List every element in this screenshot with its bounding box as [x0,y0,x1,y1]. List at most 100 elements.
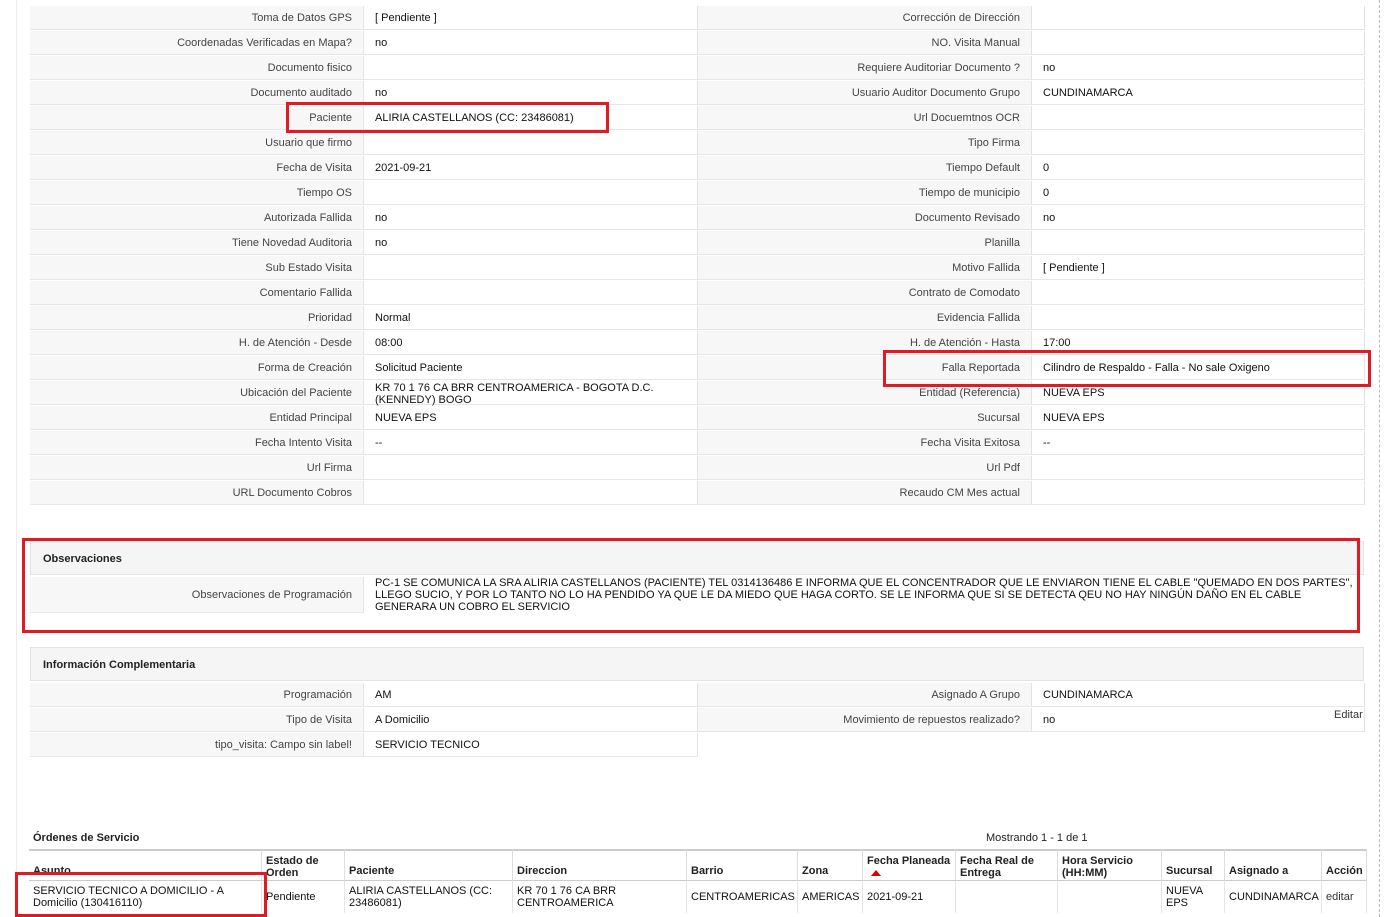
field-value: NUEVA EPS [1032,381,1365,405]
field-value: [ Pendiente ] [364,6,698,30]
field-value: 0 [1032,181,1365,205]
field-value [1032,6,1365,30]
field-label: Documento auditado [30,81,364,105]
detail-row: Sub Estado Visita Motivo Fallida[ Pendien… [30,256,1365,281]
field-value: Normal [364,306,698,330]
field-label: Prioridad [30,306,364,330]
order-paciente: ALIRIA CASTELLANOS (CC: 23486081) [345,881,513,913]
orders-title: Órdenes de Servicio [33,832,140,844]
field-label: Falla Reportada [698,356,1032,380]
field-label: NO. Visita Manual [698,31,1032,55]
col-asunto[interactable]: Asunto [29,849,262,881]
col-zona[interactable]: Zona [798,849,863,881]
field-label: Fecha Visita Exitosa [698,431,1032,455]
field-value: no [364,231,698,255]
order-direccion: KR 70 1 76 CA BRR CENTROAMERICA [513,881,687,913]
field-value: CUNDINAMARCA [1032,683,1365,707]
field-value: 08:00 [364,331,698,355]
col-accion[interactable]: Acción [1322,849,1367,881]
order-hora [1058,881,1162,913]
order-fecha-planeada: 2021-09-21 [863,881,956,913]
field-label: Recaudo CM Mes actual [698,481,1032,505]
field-value: 2021-09-21 [364,156,698,180]
col-estado[interactable]: Estado de Orden [262,849,345,881]
field-value: AM [364,683,698,707]
detail-row: Coordenadas Verificadas en Mapa? no NO. V… [30,31,1365,56]
field-label: Movimiento de repuestos realizado? [698,708,1032,732]
field-label: Documento Revisado [698,206,1032,230]
field-value [1032,231,1365,255]
col-fecha-real[interactable]: Fecha Real de Entrega [956,849,1058,881]
detail-row: H. de Atención - Desde 08:00 H. de Atenció… [30,331,1365,356]
field-label: Fecha de Visita [30,156,364,180]
field-label: Url Pdf [698,456,1032,480]
field-value [1032,481,1365,505]
field-value [1032,106,1365,130]
field-label: Requiere Auditoriar Documento ? [698,56,1032,80]
col-sucursal[interactable]: Sucursal [1162,849,1225,881]
complementaria-header: Información Complementaria [30,647,1364,681]
detail-row: Prioridad Normal Evidencia Fallida [30,306,1365,331]
field-label: Tiempo de municipio [698,181,1032,205]
detail-row: Paciente ALIRIA CASTELLANOS (CC: 23486081… [30,106,1365,131]
field-label: URL Documento Cobros [30,481,364,505]
col-asignado[interactable]: Asignado a [1225,849,1322,881]
field-value: 17:00 [1032,331,1365,355]
field-label: Planilla [698,231,1032,255]
order-asunto[interactable]: SERVICIO TECNICO A DOMICILIO - A Domicil… [29,881,262,913]
col-hora[interactable]: Hora Servicio (HH:MM) [1058,849,1162,881]
field-label: tipo_visita: Campo sin label! [30,733,364,757]
field-value [1032,281,1365,305]
field-label: Fecha Intento Visita [30,431,364,455]
order-fecha-real [956,881,1058,913]
order-estado: Pendiente [262,881,345,913]
detail-row: Fecha Intento Visita -- Fecha Visita Exit… [30,431,1365,456]
field-value: Cilindro de Respaldo - Falla - No sale O… [1032,356,1365,380]
detail-row: Ubicación del Paciente KR 70 1 76 CA BRR … [30,381,1365,406]
detail-row: Tipo de Visita A Domicilio Movimiento de r… [30,708,1365,733]
field-value: no [1032,708,1365,732]
field-label: Tiempo OS [30,181,364,205]
field-value [1032,131,1365,155]
order-edit-link[interactable]: editar [1322,881,1367,913]
field-label: H. de Atención - Hasta [698,331,1032,355]
col-direccion[interactable]: Direccion [513,849,687,881]
field-label: Comentario Fallida [30,281,364,305]
col-fecha-planeada[interactable]: Fecha Planeada [863,849,956,881]
field-value: A Domicilio [364,708,698,732]
orders-count: Mostrando 1 - 1 de 1 [986,832,1088,844]
field-label: Url Firma [30,456,364,480]
field-label: Corrección de Dirección [698,6,1032,30]
field-label: Coordenadas Verificadas en Mapa? [30,31,364,55]
observaciones-header: Observaciones [30,541,1364,575]
col-barrio[interactable]: Barrio [687,849,798,881]
detail-row: Url Firma Url Pdf [30,456,1365,481]
detail-row: Tiempo OS Tiempo de municipio 0 [30,181,1365,206]
detail-row: Toma de Datos GPS[ Pendiente ] Corrección… [30,6,1365,31]
field-value [1032,456,1365,480]
field-value: SERVICIO TECNICO [364,733,698,757]
field-value: no [1032,206,1365,230]
detail-row: Fecha de Visita 2021-09-21 Tiempo Default… [30,156,1365,181]
detail-row: Entidad Principal NUEVA EPS Sucursal NUEVA … [30,406,1365,431]
edit-link[interactable]: Editar [1334,709,1363,721]
detail-row: Programación AM Asignado A Grupo CUNDINAMAR… [30,683,1365,708]
field-label: Toma de Datos GPS [30,6,364,30]
detail-row: Usuario que firmo Tipo Firma [30,131,1365,156]
field-label: Contrato de Comodato [698,281,1032,305]
order-zona: AMERICAS [798,881,863,913]
field-value: ALIRIA CASTELLANOS (CC: 23486081) [364,106,698,130]
field-value [364,131,698,155]
col-paciente[interactable]: Paciente [345,849,513,881]
detail-row: Documento fisico Requiere Auditoriar Docu… [30,56,1365,81]
field-value: NUEVA EPS [364,406,698,430]
field-label: Url Docuemtnos OCR [698,106,1032,130]
field-label: Usuario que firmo [30,131,364,155]
detail-row: URL Documento Cobros Recaudo CM Mes actua… [30,481,1365,506]
field-label: Entidad (Referencia) [698,381,1032,405]
order-barrio: CENTROAMERICAS [687,881,798,913]
detail-row: Documento auditado no Usuario Auditor Doc… [30,81,1365,106]
field-value [364,181,698,205]
field-value [364,481,698,505]
detail-row: tipo_visita: Campo sin label! SERVICIO TE… [30,733,1365,758]
